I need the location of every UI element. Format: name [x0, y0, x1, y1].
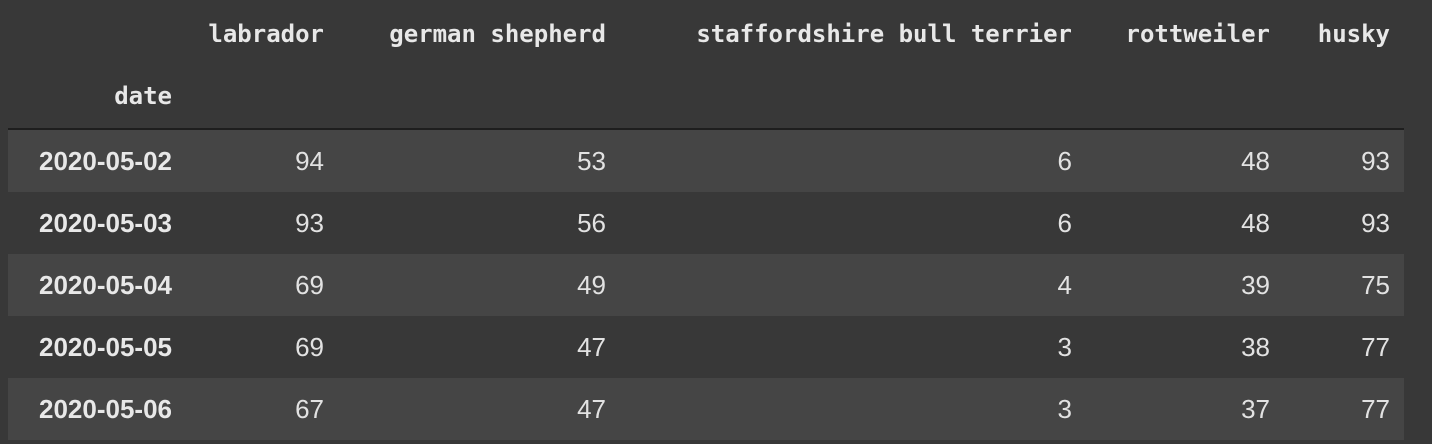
cell-labrador: 67 [295, 393, 324, 424]
row-index-date: 2020-05-06 [39, 393, 172, 424]
cell-staffordshire-bull-terrier: 3 [1057, 393, 1072, 424]
index-corner-cell [8, 4, 186, 64]
column-header-rottweiler: rottweiler [1125, 20, 1271, 48]
cell-husky: 77 [1361, 393, 1390, 424]
cell-husky: 75 [1361, 269, 1390, 300]
column-header-row: labrador german shepherd staffordshire b… [8, 4, 1404, 64]
cell-rottweiler: 37 [1241, 393, 1270, 424]
table-row: 2020-05-04 69 49 4 39 75 [8, 254, 1404, 316]
cell-staffordshire-bull-terrier: 6 [1057, 207, 1072, 238]
cell-german-shepherd: 47 [577, 393, 606, 424]
column-header-husky: husky [1317, 20, 1390, 48]
cell-staffordshire-bull-terrier: 6 [1057, 145, 1072, 176]
index-name-row: date [8, 64, 1404, 129]
column-header-labrador: labrador [208, 20, 324, 48]
dataframe-output: labrador german shepherd staffordshire b… [0, 0, 1432, 444]
cell-staffordshire-bull-terrier: 3 [1057, 331, 1072, 362]
column-header-german-shepherd: german shepherd [389, 20, 606, 48]
table-row: 2020-05-02 94 53 6 48 93 [8, 129, 1404, 192]
cell-husky: 93 [1361, 145, 1390, 176]
cell-rottweiler: 48 [1241, 207, 1270, 238]
cell-german-shepherd: 47 [577, 331, 606, 362]
row-index-date: 2020-05-05 [39, 331, 172, 362]
row-index-date: 2020-05-02 [39, 145, 172, 176]
row-index-date: 2020-05-03 [39, 207, 172, 238]
table-row: 2020-05-03 93 56 6 48 93 [8, 192, 1404, 254]
cell-rottweiler: 39 [1241, 269, 1270, 300]
cell-german-shepherd: 53 [577, 145, 606, 176]
cell-labrador: 94 [295, 145, 324, 176]
cell-husky: 93 [1361, 207, 1390, 238]
table-row: 2020-05-05 69 47 3 38 77 [8, 316, 1404, 378]
column-header-staffordshire-bull-terrier: staffordshire bull terrier [696, 20, 1072, 48]
cell-german-shepherd: 49 [577, 269, 606, 300]
cell-labrador: 69 [295, 269, 324, 300]
row-index-date: 2020-05-04 [39, 269, 172, 300]
dataframe-table: labrador german shepherd staffordshire b… [8, 4, 1404, 440]
cell-rottweiler: 38 [1241, 331, 1270, 362]
cell-rottweiler: 48 [1241, 145, 1270, 176]
cell-husky: 77 [1361, 331, 1390, 362]
cell-german-shepherd: 56 [577, 207, 606, 238]
cell-labrador: 93 [295, 207, 324, 238]
table-body: 2020-05-02 94 53 6 48 93 2020-05-03 93 5… [8, 129, 1404, 440]
table-header: labrador german shepherd staffordshire b… [8, 4, 1404, 129]
cell-labrador: 69 [295, 331, 324, 362]
cell-staffordshire-bull-terrier: 4 [1057, 269, 1072, 300]
index-name-label: date [114, 82, 172, 110]
table-row: 2020-05-06 67 47 3 37 77 [8, 378, 1404, 440]
